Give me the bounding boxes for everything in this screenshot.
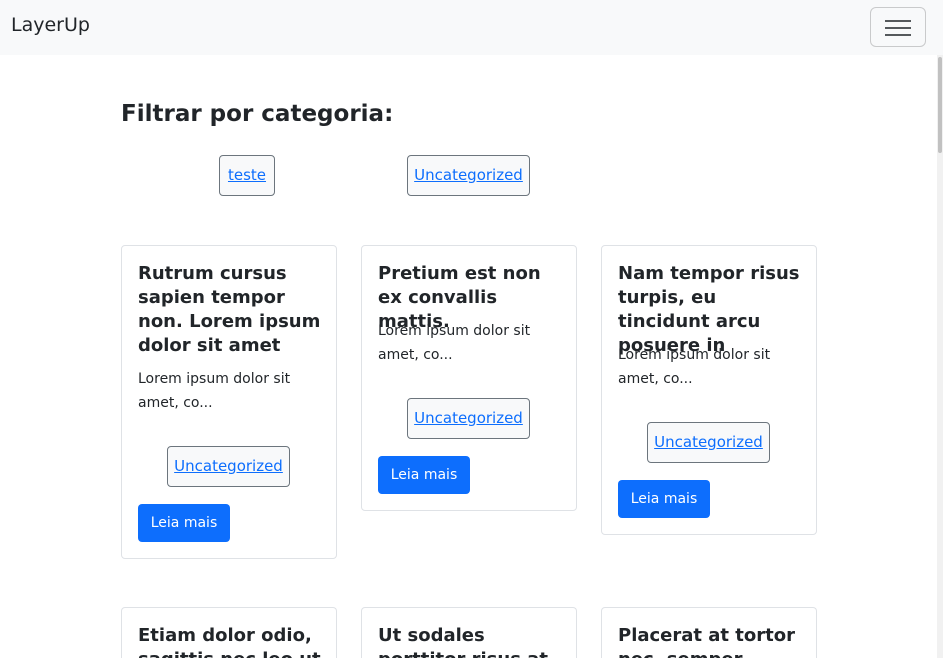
post-excerpt: Lorem ipsum dolor sit amet, co...	[378, 323, 531, 363]
filter-category-teste[interactable]: teste	[219, 155, 275, 196]
page-scrollbar[interactable]	[937, 55, 943, 658]
post-excerpt: Lorem ipsum dolor sit amet, co...	[618, 347, 771, 387]
post-title: Placerat at tortor nec, semper	[618, 625, 795, 658]
post-title: Ut sodales porttitor risus at	[378, 625, 548, 658]
navbar-brand[interactable]: LayerUp	[11, 14, 90, 36]
filter-title: Filtrar por categoria:	[121, 101, 394, 127]
read-more-button[interactable]: Leia mais	[618, 480, 710, 518]
post-card: Etiam dolor odio, sagittis nec leo ut	[121, 607, 337, 658]
post-card: Rutrum cursus sapien tempor non. Lorem i…	[121, 245, 337, 559]
hamburger-icon	[885, 20, 911, 22]
post-excerpt: Lorem ipsum dolor sit amet, co...	[138, 371, 291, 411]
post-card: Nam tempor risus turpis, eu tincidunt ar…	[601, 245, 817, 535]
filter-category-uncategorized[interactable]: Uncategorized	[407, 155, 530, 196]
read-more-button[interactable]: Leia mais	[378, 456, 470, 494]
post-title: Etiam dolor odio, sagittis nec leo ut	[138, 625, 321, 658]
post-card: Ut sodales porttitor risus at	[361, 607, 577, 658]
post-card: Pretium est non ex convallis mattis. Lor…	[361, 245, 577, 511]
post-card: Placerat at tortor nec, semper	[601, 607, 817, 658]
post-category-badge[interactable]: Uncategorized	[167, 446, 290, 487]
navbar-toggler-button[interactable]	[870, 7, 926, 47]
post-category-badge[interactable]: Uncategorized	[647, 422, 770, 463]
read-more-button[interactable]: Leia mais	[138, 504, 230, 542]
post-category-badge[interactable]: Uncategorized	[407, 398, 530, 439]
post-title: Rutrum cursus sapien tempor non. Lorem i…	[138, 263, 321, 356]
scrollbar-thumb[interactable]	[938, 57, 942, 153]
navbar: LayerUp	[0, 0, 943, 55]
hamburger-icon-line	[885, 34, 911, 36]
hamburger-icon-line	[885, 27, 911, 29]
